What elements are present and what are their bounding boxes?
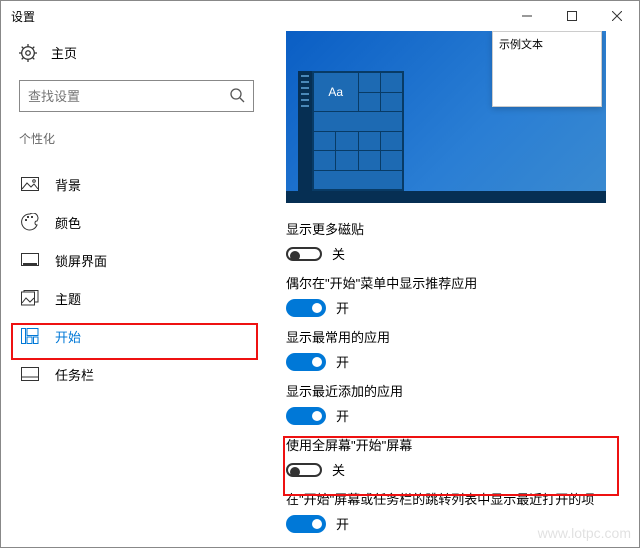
start-icon bbox=[21, 328, 39, 344]
maximize-button[interactable] bbox=[549, 1, 594, 31]
search-input[interactable] bbox=[20, 89, 220, 104]
toggle-switch[interactable] bbox=[286, 407, 326, 425]
nav-label: 主题 bbox=[55, 289, 81, 308]
toggle-switch[interactable] bbox=[286, 247, 322, 261]
setting-row: 偶尔在"开始"菜单中显示推荐应用开 bbox=[286, 273, 622, 317]
lockscreen-icon bbox=[21, 253, 39, 267]
preview-popup: 示例文本 bbox=[492, 31, 602, 107]
nav-label: 背景 bbox=[55, 175, 81, 194]
home-link[interactable]: 主页 bbox=[19, 43, 253, 62]
minimize-icon bbox=[522, 11, 532, 21]
title-bar: 设置 bbox=[1, 1, 639, 31]
setting-label: 显示最近添加的应用 bbox=[286, 381, 622, 400]
setting-label: 偶尔在"开始"菜单中显示推荐应用 bbox=[286, 273, 622, 292]
setting-row: 在"开始"屏幕或任务栏的跳转列表中显示最近打开的项开 bbox=[286, 489, 622, 533]
taskbar-icon bbox=[21, 367, 39, 381]
search-box[interactable] bbox=[19, 80, 254, 112]
toggle-state-text: 开 bbox=[336, 298, 349, 317]
nav-label: 锁屏界面 bbox=[55, 251, 107, 270]
section-header: 个性化 bbox=[19, 130, 253, 147]
setting-row: 显示最常用的应用开 bbox=[286, 327, 622, 371]
close-icon bbox=[612, 11, 622, 21]
preview-start-menu: Aa bbox=[298, 71, 404, 191]
setting-label: 使用全屏幕"开始"屏幕 bbox=[286, 435, 622, 454]
setting-row: 使用全屏幕"开始"屏幕关 bbox=[286, 435, 622, 479]
preview-taskbar bbox=[286, 191, 606, 203]
maximize-icon bbox=[567, 11, 577, 21]
toggle-switch[interactable] bbox=[286, 515, 326, 533]
nav-start[interactable]: 开始 bbox=[19, 317, 253, 355]
content-panel: Aa 示例文本 显示更多磁贴关偶尔在"开始"菜单中显示推荐应用开显示最常用的应用… bbox=[286, 31, 622, 533]
window-title: 设置 bbox=[11, 8, 504, 25]
nav-background[interactable]: 背景 bbox=[19, 165, 253, 203]
gear-icon bbox=[19, 44, 37, 62]
setting-row: 显示最近添加的应用开 bbox=[286, 381, 622, 425]
nav-themes[interactable]: 主题 bbox=[19, 279, 253, 317]
setting-row: 显示更多磁贴关 bbox=[286, 219, 622, 263]
setting-label: 在"开始"屏幕或任务栏的跳转列表中显示最近打开的项 bbox=[286, 489, 622, 508]
left-panel: 主页 个性化 背景 颜色 锁屏界面 主题 开始 任务栏 bbox=[1, 31, 271, 393]
setting-label: 显示最常用的应用 bbox=[286, 327, 622, 346]
toggle-state-text: 开 bbox=[336, 352, 349, 371]
popup-title: 示例文本 bbox=[499, 36, 595, 52]
palette-icon bbox=[21, 213, 39, 231]
nav-lockscreen[interactable]: 锁屏界面 bbox=[19, 241, 253, 279]
toggle-switch[interactable] bbox=[286, 463, 322, 477]
picture-icon bbox=[21, 177, 39, 191]
start-preview: Aa 示例文本 bbox=[286, 31, 606, 203]
themes-icon bbox=[21, 290, 39, 306]
close-button[interactable] bbox=[594, 1, 639, 31]
toggle-state-text: 开 bbox=[336, 514, 349, 533]
nav-taskbar[interactable]: 任务栏 bbox=[19, 355, 253, 393]
toggle-state-text: 开 bbox=[336, 406, 349, 425]
nav-label: 开始 bbox=[55, 327, 81, 346]
nav-label: 颜色 bbox=[55, 213, 81, 232]
toggle-state-text: 关 bbox=[332, 244, 345, 263]
preview-tile-aa: Aa bbox=[314, 73, 358, 111]
minimize-button[interactable] bbox=[504, 1, 549, 31]
nav-label: 任务栏 bbox=[55, 365, 94, 384]
setting-label: 显示更多磁贴 bbox=[286, 219, 622, 238]
toggle-switch[interactable] bbox=[286, 353, 326, 371]
toggle-switch[interactable] bbox=[286, 299, 326, 317]
nav-colors[interactable]: 颜色 bbox=[19, 203, 253, 241]
home-label: 主页 bbox=[51, 43, 77, 62]
window-controls bbox=[504, 1, 639, 31]
toggle-state-text: 关 bbox=[332, 460, 345, 479]
search-icon bbox=[229, 87, 245, 103]
